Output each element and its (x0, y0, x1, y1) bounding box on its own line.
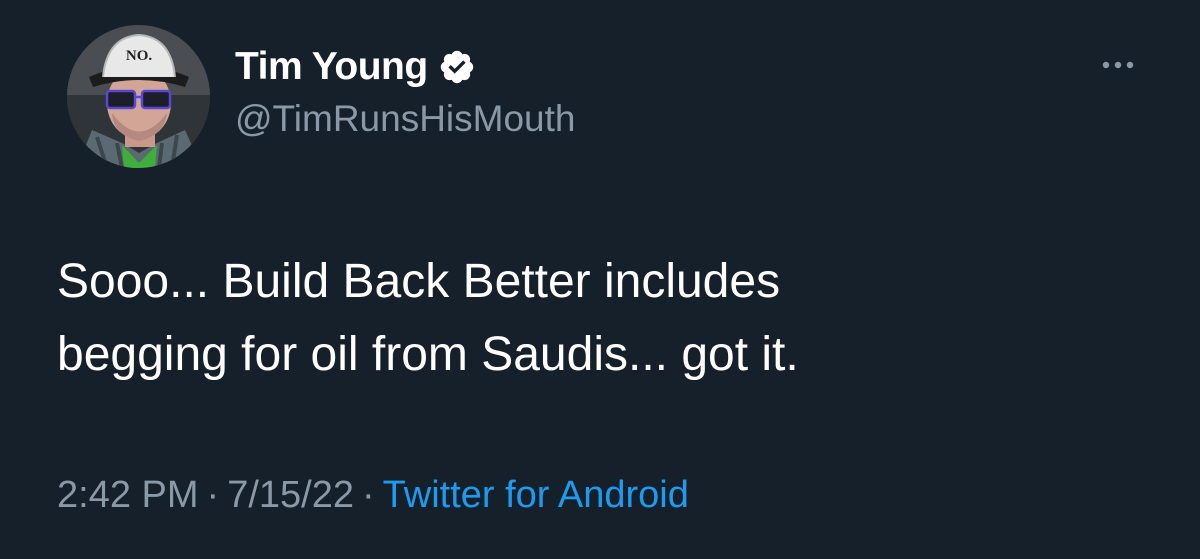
tweet-time[interactable]: 2:42 PM (57, 474, 199, 516)
verified-badge-icon (438, 48, 476, 86)
hat-text: NO. (126, 48, 153, 64)
meta-separator: · (206, 474, 220, 516)
meta-separator: · (361, 474, 375, 516)
tweet-source-link[interactable]: Twitter for Android (383, 474, 689, 516)
tweet-text-line: begging for oil from Saudis... got it. (57, 328, 799, 381)
tweet-card: NO. Tim Young @TimRunsHisMouth Sooo... B… (0, 0, 1200, 559)
more-options-icon[interactable] (1090, 50, 1150, 80)
tweet-text: Sooo... Build Back Better includes beggi… (57, 245, 1157, 391)
display-name[interactable]: Tim Young (235, 45, 428, 89)
display-name-row: Tim Young (235, 44, 476, 90)
tweet-text-line: Sooo... Build Back Better includes (57, 255, 781, 308)
tweet-date[interactable]: 7/15/22 (227, 474, 354, 516)
user-handle[interactable]: @TimRunsHisMouth (235, 98, 575, 140)
tweet-meta: 2:42 PM · 7/15/22 · Twitter for Android (57, 474, 689, 517)
avatar[interactable]: NO. (67, 25, 210, 168)
